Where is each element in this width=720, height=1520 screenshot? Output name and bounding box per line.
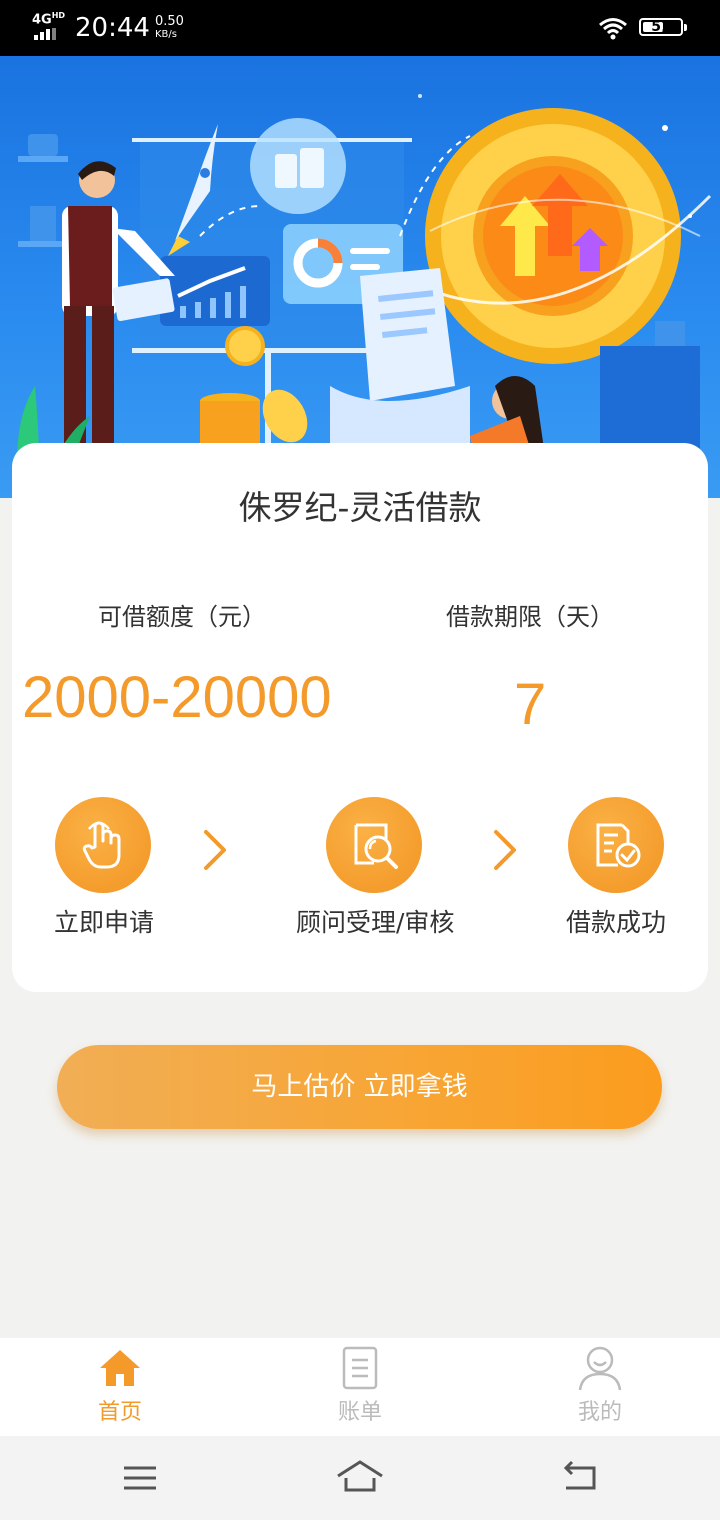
back-icon[interactable] [556,1456,604,1500]
search-document-icon [354,823,398,869]
step-label-success: 借款成功 [566,908,667,937]
network-indicator: 4GHD [32,11,66,28]
hand-tap-icon [82,821,121,869]
user-icon [578,1346,622,1391]
approved-document-icon [596,823,641,868]
banner-illustration [0,56,720,498]
chevron-right-icon [204,830,226,870]
home-icon [100,1350,140,1386]
review-step-icon [326,797,422,893]
chevron-right-icon [494,830,516,870]
get-quote-button[interactable]: 马上估价 立即拿钱 [57,1045,662,1129]
tab-profile-label: 我的 [577,1400,622,1425]
status-bar: 4GHD 20:44 0.50 KB/s 51 [0,0,720,56]
amount-value: 2000-20000 [22,665,332,730]
clock: 20:44 [75,13,150,43]
network-speed: 0.50 KB/s [155,14,184,40]
system-navigation-bar [0,1436,720,1520]
product-title: 侏罗纪-灵活借款 [238,488,482,527]
menu-icon[interactable] [116,1456,164,1500]
tab-home-label: 首页 [97,1400,142,1425]
bottom-tab-bar: 首页 账单 我的 [0,1338,720,1436]
tab-bills[interactable]: 账单 [280,1338,440,1436]
apply-step-icon [55,797,151,893]
tab-profile[interactable]: 我的 [520,1338,680,1436]
bill-icon [342,1346,378,1390]
amount-label: 可借额度（元） [98,603,266,631]
term-value: 7 [514,672,547,737]
term-label: 借款期限（天） [446,603,614,631]
home-nav-icon[interactable] [336,1456,384,1500]
battery-icon: 51 [639,18,687,36]
tab-home[interactable]: 首页 [40,1338,200,1436]
signal-icon [34,28,56,40]
finance-illustration [17,94,712,498]
success-step-icon [568,797,664,893]
wifi-icon [599,18,627,40]
step-label-review: 顾问受理/审核 [296,908,455,937]
step-label-apply: 立即申请 [54,908,155,937]
tab-bills-label: 账单 [337,1400,382,1425]
